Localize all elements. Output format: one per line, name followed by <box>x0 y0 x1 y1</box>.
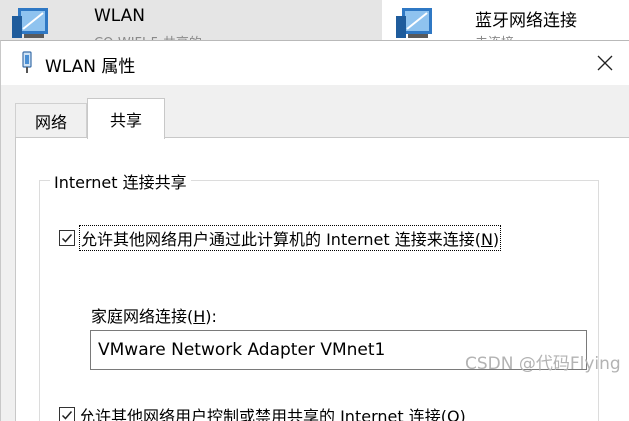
sharing-tab-panel: Internet 连接共享 允许其他网络用户通过此计算机的 Internet 连… <box>15 137 629 421</box>
network-adapter-icon <box>22 51 32 73</box>
label-text: 家庭网络连接( <box>91 307 194 326</box>
home-network-label: 家庭网络连接(H): <box>91 303 217 327</box>
home-network-value: VMware Network Adapter VMnet1 <box>98 340 386 360</box>
allow-connect-label: 允许其他网络用户通过此计算机的 Internet 连接来连接(N) <box>79 225 502 251</box>
close-button[interactable] <box>587 47 623 79</box>
connection-name: 蓝牙网络连接 <box>475 11 577 31</box>
network-adapter-icon <box>12 8 48 38</box>
tab-sharing[interactable]: 共享 <box>87 98 165 139</box>
access-key: O <box>446 407 460 421</box>
allow-control-option[interactable]: 允许其他网络用户控制或禁用共享的 Internet 连接(O) <box>59 403 466 421</box>
connection-name: WLAN <box>94 6 146 26</box>
access-key: N <box>480 230 493 249</box>
ics-group-box: Internet 连接共享 允许其他网络用户通过此计算机的 Internet 连… <box>39 169 599 421</box>
connection-item-bluetooth[interactable]: 蓝牙网络连接 未连接 <box>382 0 629 44</box>
connection-item-wlan[interactable]: WLAN CQ-WIFI-5 共享的 <box>0 0 382 44</box>
allow-connect-option[interactable]: 允许其他网络用户通过此计算机的 Internet 连接来连接(N) <box>59 225 502 251</box>
label-text: ): <box>205 307 217 326</box>
allow-connect-checkbox[interactable] <box>59 230 75 246</box>
network-connections-list: WLAN CQ-WIFI-5 共享的 蓝牙网络连接 未连接 <box>0 0 629 44</box>
dialog-title: WLAN 属性 <box>45 57 136 77</box>
title-bar: WLAN 属性 <box>1 41 629 85</box>
label-text: ) <box>492 230 500 249</box>
checkmark-icon <box>61 234 73 243</box>
group-legend: Internet 连接共享 <box>50 169 191 193</box>
allow-control-label: 允许其他网络用户控制或禁用共享的 Internet 连接(O) <box>79 403 466 421</box>
network-adapter-icon <box>396 8 432 38</box>
label-text: ) <box>459 407 466 421</box>
close-icon <box>597 55 613 71</box>
tab-network[interactable]: 网络 <box>15 103 87 137</box>
checkmark-icon <box>61 411 73 420</box>
label-text: 允许其他网络用户通过此计算机的 Internet 连接来连接( <box>81 230 481 249</box>
tab-label: 共享 <box>109 111 142 130</box>
watermark: CSDN @代码Flying <box>465 354 621 374</box>
access-key: H <box>193 307 206 326</box>
label-text: 允许其他网络用户控制或禁用共享的 Internet 连接( <box>79 407 447 421</box>
allow-control-checkbox[interactable] <box>59 407 75 421</box>
screen: WLAN CQ-WIFI-5 共享的 蓝牙网络连接 未连接 WLAN 属性 <box>0 0 629 421</box>
tab-label: 网络 <box>34 112 67 132</box>
